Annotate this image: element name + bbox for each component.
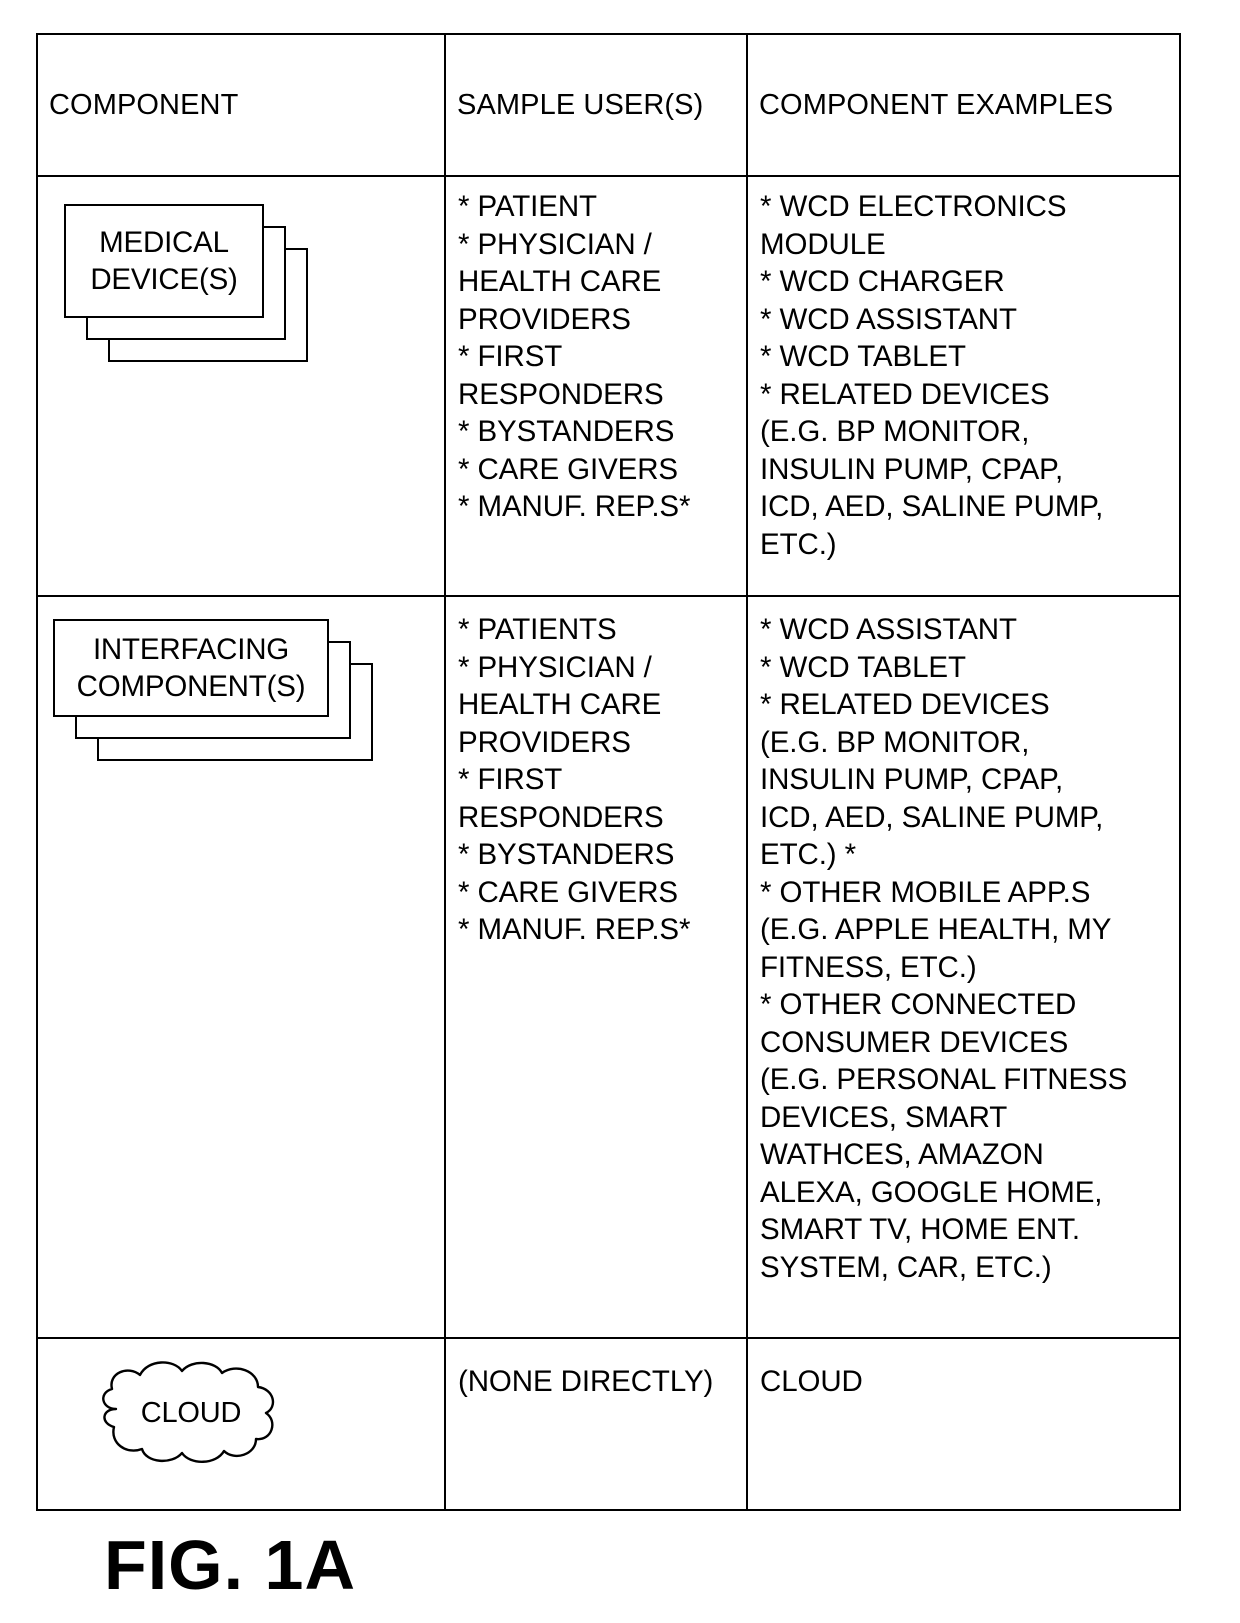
- sample-users-list: * PATIENTS * PHYSICIAN / HEALTH CARE PRO…: [458, 613, 691, 946]
- table-header-row: COMPONENT SAMPLE USER(S) COMPONENT EXAMP…: [36, 33, 1181, 177]
- cell-component-medical-device: MEDICAL DEVICE(S): [36, 175, 446, 597]
- sample-users-list: (NONE DIRECTLY): [458, 1365, 714, 1398]
- component-examples-list: * WCD ASSISTANT * WCD TABLET * RELATED D…: [760, 613, 1128, 1284]
- header-cell-component: COMPONENT: [36, 33, 446, 177]
- cell-component-examples-medical-device: * WCD ELECTRONICS MODULE * WCD CHARGER *…: [746, 175, 1181, 597]
- cell-component-examples-cloud: CLOUD: [746, 1337, 1181, 1511]
- header-cell-component-examples: COMPONENT EXAMPLES: [746, 33, 1181, 177]
- stacked-boxes-icon: MEDICAL DEVICE(S): [64, 204, 324, 364]
- interfacing-component-label: INTERFACING COMPONENT(S): [76, 633, 306, 703]
- header-cell-sample-users: SAMPLE USER(S): [444, 33, 748, 177]
- cell-component-cloud: CLOUD: [36, 1337, 446, 1511]
- cloud-label: CLOUD: [140, 1397, 242, 1429]
- table-row: INTERFACING COMPONENT(S) * PATIENTS * PH…: [36, 595, 1181, 1339]
- cell-sample-users-interfacing-component: * PATIENTS * PHYSICIAN / HEALTH CARE PRO…: [444, 595, 748, 1339]
- cloud-icon: CLOUD: [76, 1357, 306, 1469]
- sample-users-list: * PATIENT * PHYSICIAN / HEALTH CARE PROV…: [458, 190, 691, 523]
- stacked-boxes-icon: INTERFACING COMPONENT(S): [53, 619, 393, 764]
- medical-device-label: MEDICAL DEVICE(S): [90, 226, 238, 296]
- component-examples-list: CLOUD: [760, 1365, 863, 1398]
- stacked-box-front: INTERFACING COMPONENT(S): [53, 619, 329, 717]
- figure-sheet: COMPONENT SAMPLE USER(S) COMPONENT EXAMP…: [0, 0, 1240, 1623]
- table-row: MEDICAL DEVICE(S) * PATIENT * PHYSICIAN …: [36, 175, 1181, 597]
- stacked-box-front: MEDICAL DEVICE(S): [64, 204, 264, 318]
- figure-caption: FIG. 1A: [103, 1526, 357, 1604]
- column-header-component-examples: COMPONENT EXAMPLES: [759, 89, 1114, 121]
- column-header-component: COMPONENT: [49, 89, 239, 121]
- cell-component-interfacing-component: INTERFACING COMPONENT(S): [36, 595, 446, 1339]
- column-header-sample-users: SAMPLE USER(S): [457, 89, 704, 121]
- cell-component-examples-interfacing-component: * WCD ASSISTANT * WCD TABLET * RELATED D…: [746, 595, 1181, 1339]
- cell-sample-users-cloud: (NONE DIRECTLY): [444, 1337, 748, 1511]
- component-examples-list: * WCD ELECTRONICS MODULE * WCD CHARGER *…: [760, 190, 1104, 561]
- cell-sample-users-medical-device: * PATIENT * PHYSICIAN / HEALTH CARE PROV…: [444, 175, 748, 597]
- component-table: COMPONENT SAMPLE USER(S) COMPONENT EXAMP…: [36, 33, 1181, 1511]
- table-row: CLOUD (NONE DIRECTLY) CLOUD: [36, 1337, 1181, 1511]
